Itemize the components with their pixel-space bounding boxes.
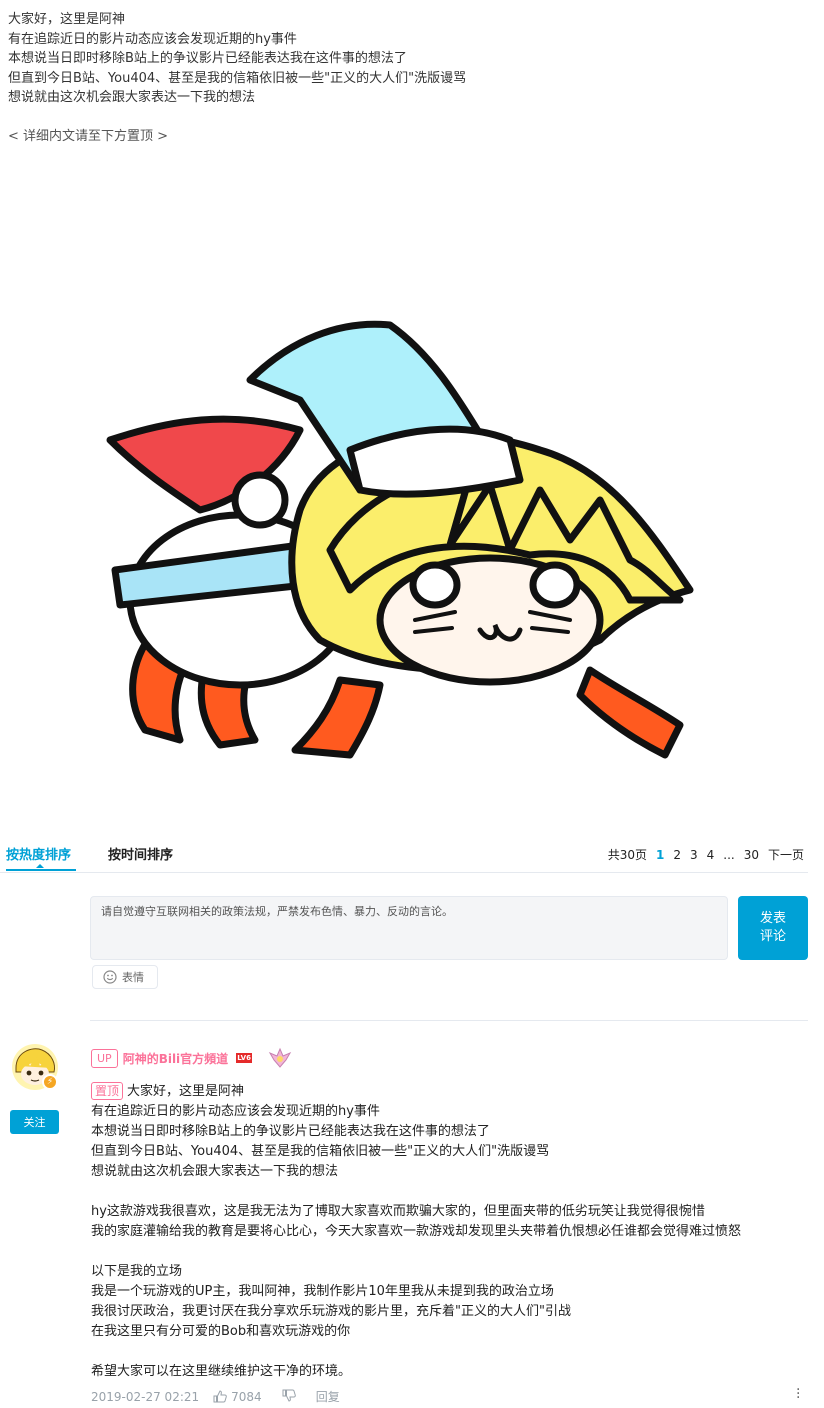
comment-line: 我是一个玩游戏的UP主，我叫阿神，我制作影片10年里我从未提到我的政治立场 <box>91 1284 554 1299</box>
comment-line: 有在追踪近日的影片动态应该会发现近期的hy事件 <box>91 1104 380 1119</box>
more-icon[interactable]: · · · <box>796 1383 800 1405</box>
page-link[interactable]: 2 <box>673 848 681 862</box>
like-button[interactable]: 7084 <box>213 1390 262 1404</box>
active-tab-caret <box>36 864 44 868</box>
submit-comment-button[interactable]: 发表 评论 <box>738 896 808 960</box>
lightning-badge-icon: ⚡ <box>42 1074 58 1090</box>
comment-line: 我很讨厌政治，我更讨厌在我分享欢乐玩游戏的影片里，充斥着"正义的大人们"引战 <box>91 1304 571 1319</box>
pinned-tag: 置顶 <box>91 1082 124 1100</box>
comment-timestamp: 2019-02-27 02:21 <box>91 1389 200 1404</box>
username-link[interactable]: 阿神的Bili官方頻道 <box>123 1050 229 1067</box>
intro-hint: < 详细内文请至下方置顶 > <box>8 128 169 144</box>
tab-sort-by-hot[interactable]: 按热度排序 <box>6 844 71 863</box>
emoji-icon <box>103 970 117 984</box>
comment-line: 本想说当日即时移除B站上的争议影片已经能表达我在这件事的想法了 <box>91 1124 490 1139</box>
submit-label-line1: 发表 <box>759 911 786 926</box>
pagination: 共30页 1 2 3 4 ... 30 下一页 <box>608 846 804 863</box>
intro-line: 但直到今日B站、You404、甚至是我的信箱依旧被一些"正义的大人们"洗版谩骂 <box>8 70 467 86</box>
comment-line: 在我这里只有分可爱的Bob和喜欢玩游戏的你 <box>91 1324 351 1339</box>
intro-line: 大家好，这里是阿神 <box>8 12 126 27</box>
comment-input-placeholder: 请自觉遵守互联网相关的政策法规，严禁发布色情、暴力、反动的言论。 <box>101 905 453 918</box>
dislike-button[interactable] <box>282 1389 296 1405</box>
page-ellipsis: ... <box>723 847 735 862</box>
reply-button[interactable]: 回复 <box>316 1388 340 1405</box>
cartoon-illustration <box>106 320 694 759</box>
comment-body: 置顶 大家好，这里是阿神 有在追踪近日的影片动态应该会发现近期的hy事件 本想说当… <box>91 1082 811 1382</box>
page-total: 共30页 <box>607 848 647 862</box>
intro-line: 本想说当日即时移除B站上的争议影片已经能表达我在这件事的想法了 <box>8 51 407 66</box>
comment-meta: 2019-02-27 02:21 7084 回复 <box>91 1388 340 1405</box>
tab-sort-by-time[interactable]: 按时间排序 <box>108 844 173 863</box>
comment-line: 我的家庭灌输给我的教育是要将心比心，今天大家喜欢一款游戏却发现里头夹带着仇恨想必… <box>91 1224 742 1239</box>
comment-line: 想说就由这次机会跟大家表达一下我的想法 <box>91 1164 339 1179</box>
comment-line: 以下是我的立场 <box>91 1264 183 1279</box>
page-link-current[interactable]: 1 <box>656 848 664 862</box>
level-badge: LV6 <box>236 1053 252 1063</box>
thumbs-down-icon <box>282 1389 296 1402</box>
intro-line: 有在追踪近日的影片动态应该会发现近期的hy事件 <box>8 31 297 47</box>
up-tag: UP <box>91 1048 118 1068</box>
page-link[interactable]: 4 <box>707 848 715 862</box>
active-tab-underline <box>6 869 76 871</box>
intro-line: 想说就由这次机会跟大家表达一下我的想法 <box>8 90 256 105</box>
medal-icon <box>268 1047 292 1068</box>
page-link[interactable]: 3 <box>690 848 698 862</box>
divider <box>90 1020 808 1021</box>
thumbs-up-icon <box>213 1390 227 1403</box>
submit-label-line2: 评论 <box>759 929 786 944</box>
comment-line: 希望大家可以在这里继续维护这干净的环境。 <box>91 1364 352 1379</box>
comment-line: hy这款游戏我很喜欢，这是我无法为了博取大家喜欢而欺骗大家的，但里面夹带的低劣玩… <box>91 1204 705 1219</box>
page-link-last[interactable]: 30 <box>744 848 759 862</box>
next-page-link[interactable]: 下一页 <box>768 846 804 863</box>
comment-line: 但直到今日B站、You404、甚至是我的信箱依旧被一些"正义的大人们"洗版谩骂 <box>91 1144 550 1159</box>
like-count: 7084 <box>231 1389 262 1404</box>
follow-button[interactable]: 关注 <box>10 1110 59 1134</box>
comment-input[interactable]: 请自觉遵守互联网相关的政策法规，严禁发布色情、暴力、反动的言论。 <box>90 896 728 960</box>
emoji-label: 表情 <box>122 971 144 984</box>
comment-line: 置顶 大家好，这里是阿神 <box>91 1082 811 1102</box>
comment-sort-bar: 按热度排序 按时间排序 共30页 1 2 3 4 ... 30 下一页 <box>0 838 808 873</box>
comment-user-line: UP 阿神的Bili官方頻道 LV6 <box>91 1047 293 1068</box>
post-description: 大家好，这里是阿神 有在追踪近日的影片动态应该会发现近期的hy事件 本想说当日即… <box>8 10 466 146</box>
emoji-button[interactable]: 表情 <box>92 965 158 989</box>
